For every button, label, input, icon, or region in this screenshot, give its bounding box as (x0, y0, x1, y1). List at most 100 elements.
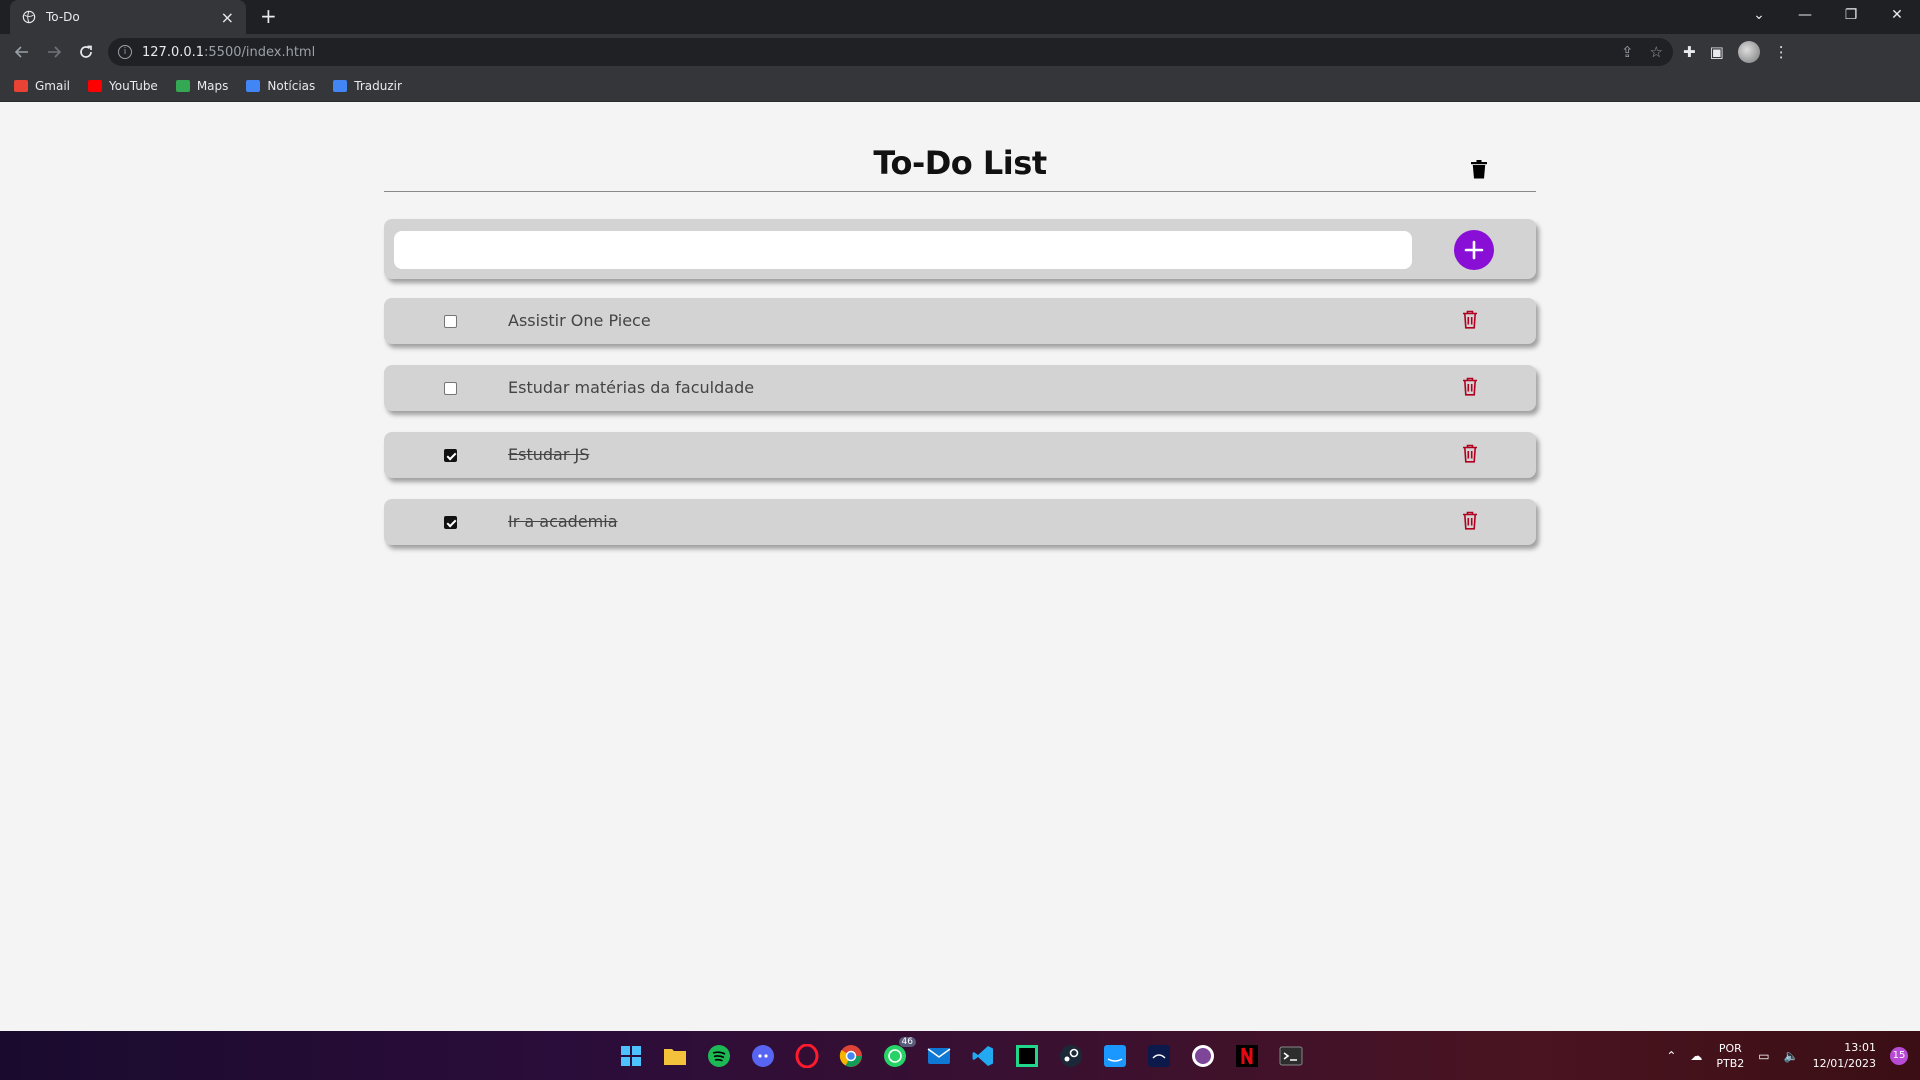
plus-icon (1464, 240, 1484, 260)
tor-browser-icon[interactable] (1188, 1041, 1218, 1071)
bookmarks-bar: Gmail YouTube Maps Notícias Traduzir (0, 70, 1920, 102)
side-panel-icon[interactable]: ▣ (1710, 43, 1724, 61)
steam-icon[interactable] (1056, 1041, 1086, 1071)
url-path: :5500/index.html (204, 44, 316, 60)
page-title: To-Do List (873, 144, 1047, 182)
keyboard-layout: PTB2 (1716, 1056, 1745, 1070)
discord-icon[interactable] (748, 1041, 778, 1071)
language-code: POR (1718, 1041, 1742, 1055)
whatsapp-badge: 46 (898, 1036, 916, 1047)
new-task-input[interactable] (394, 231, 1412, 269)
browser-tab-strip: To-Do × + ⌄ — ❐ ✕ (0, 0, 1920, 34)
bookmark-label: Maps (196, 78, 229, 93)
bookmark-gmail[interactable]: Gmail (14, 79, 70, 93)
mail-icon[interactable] (924, 1041, 954, 1071)
minimize-button[interactable]: — (1782, 7, 1828, 23)
clock-time: 13:01 (1844, 1040, 1876, 1054)
back-button[interactable] (6, 36, 38, 68)
cloud-icon[interactable]: ☁ (1690, 1049, 1702, 1063)
network-icon[interactable]: ▭ (1758, 1049, 1769, 1063)
toolbar-actions: ✚ ▣ ⋮ (1683, 41, 1789, 63)
add-task-button[interactable] (1454, 230, 1494, 270)
address-bar[interactable]: i 127.0.0.1 :5500/index.html ⇪ ☆ (108, 38, 1673, 66)
reload-icon (80, 45, 92, 58)
windows-start-icon[interactable] (616, 1041, 646, 1071)
terminal-icon[interactable] (1276, 1041, 1306, 1071)
task-label: Estudar matérias da faculdade (508, 378, 755, 397)
share-icon[interactable]: ⇪ (1621, 43, 1634, 61)
task-item: Assistir One Piece (384, 298, 1536, 344)
new-tab-button[interactable]: + (260, 4, 277, 28)
bookmark-label: Gmail (35, 78, 71, 93)
disney-plus-icon[interactable] (1144, 1041, 1174, 1071)
file-explorer-icon[interactable] (660, 1041, 690, 1071)
taskbar-apps: 46 (616, 1031, 1306, 1080)
youtube-icon (88, 79, 103, 92)
trash-icon[interactable] (1470, 159, 1488, 179)
bookmark-youtube[interactable]: YouTube (88, 79, 158, 93)
os-taskbar: 46 ⌃ ☁ POR PTB2 ▭ 🔈 13:01 12/01/2023 15 (0, 1031, 1920, 1080)
browser-tab[interactable]: To-Do × (10, 0, 246, 34)
bookmark-label: Traduzir (354, 78, 402, 93)
tab-close-icon[interactable]: × (221, 8, 234, 27)
delete-trash-icon[interactable] (1462, 377, 1478, 396)
task-item: Ir a academia (384, 499, 1536, 545)
star-icon[interactable]: ☆ (1650, 43, 1663, 61)
task-checkbox[interactable] (444, 516, 457, 529)
add-task-panel (384, 219, 1536, 279)
tab-search-icon[interactable]: ⌄ (1736, 7, 1782, 23)
task-item: Estudar matérias da faculdade (384, 365, 1536, 411)
bookmark-label: YouTube (109, 78, 158, 93)
arrow-left-icon (14, 46, 28, 58)
gmail-icon (14, 79, 28, 92)
close-window-button[interactable]: ✕ (1874, 7, 1920, 23)
chevron-up-icon[interactable]: ⌃ (1666, 1049, 1676, 1063)
input-language[interactable]: POR PTB2 (1716, 1041, 1744, 1071)
delete-trash-icon[interactable] (1462, 444, 1478, 463)
page-content: To-Do List Assistir One Piece Estudar ma… (0, 103, 1920, 1031)
clock[interactable]: 13:01 12/01/2023 (1813, 1040, 1876, 1072)
notification-badge[interactable]: 15 (1890, 1046, 1908, 1065)
volume-icon[interactable]: 🔈 (1784, 1049, 1799, 1063)
maps-icon (175, 79, 190, 92)
task-checkbox[interactable] (444, 449, 457, 462)
netflix-icon[interactable] (1232, 1041, 1262, 1071)
task-label: Ir a academia (508, 512, 618, 531)
delete-trash-icon[interactable] (1462, 310, 1478, 329)
task-label: Assistir One Piece (508, 311, 651, 330)
info-icon[interactable]: i (118, 45, 132, 59)
prime-video-icon[interactable] (1100, 1041, 1130, 1071)
delete-trash-icon[interactable] (1462, 511, 1478, 530)
bookmark-noticias[interactable]: Notícias (246, 79, 315, 93)
browser-toolbar: i 127.0.0.1 :5500/index.html ⇪ ☆ ✚ ▣ ⋮ (0, 34, 1920, 70)
extensions-icon[interactable]: ✚ (1683, 43, 1696, 61)
window-controls: ⌄ — ❐ ✕ (1736, 0, 1920, 30)
url-host: 127.0.0.1 (142, 44, 205, 60)
tab-title: To-Do (46, 10, 80, 24)
chrome-icon[interactable] (836, 1041, 866, 1071)
globe-icon (22, 10, 36, 24)
menu-icon[interactable]: ⋮ (1774, 43, 1789, 61)
pycharm-icon[interactable] (1012, 1041, 1042, 1071)
arrow-right-icon (48, 46, 62, 58)
opera-icon[interactable] (792, 1041, 822, 1071)
task-item: Estudar JS (384, 432, 1536, 478)
translate-icon (333, 79, 348, 92)
whatsapp-icon[interactable]: 46 (880, 1036, 916, 1071)
task-label: Estudar JS (508, 445, 590, 464)
app-header: To-Do List (384, 143, 1536, 192)
task-checkbox[interactable] (444, 315, 457, 328)
avatar[interactable] (1737, 41, 1760, 63)
restore-button[interactable]: ❐ (1828, 7, 1874, 23)
vscode-icon[interactable] (968, 1041, 998, 1071)
spotify-icon[interactable] (704, 1041, 734, 1071)
bookmark-traduzir[interactable]: Traduzir (333, 79, 402, 93)
reload-button[interactable] (70, 36, 102, 68)
system-tray: ⌃ ☁ POR PTB2 ▭ 🔈 13:01 12/01/2023 15 (1666, 1031, 1908, 1080)
clock-date: 12/01/2023 (1812, 1056, 1876, 1070)
task-checkbox[interactable] (444, 382, 457, 395)
bookmark-maps[interactable]: Maps (175, 78, 229, 93)
bookmark-label: Notícias (267, 78, 316, 93)
news-icon (246, 79, 261, 92)
forward-button[interactable] (38, 36, 70, 68)
